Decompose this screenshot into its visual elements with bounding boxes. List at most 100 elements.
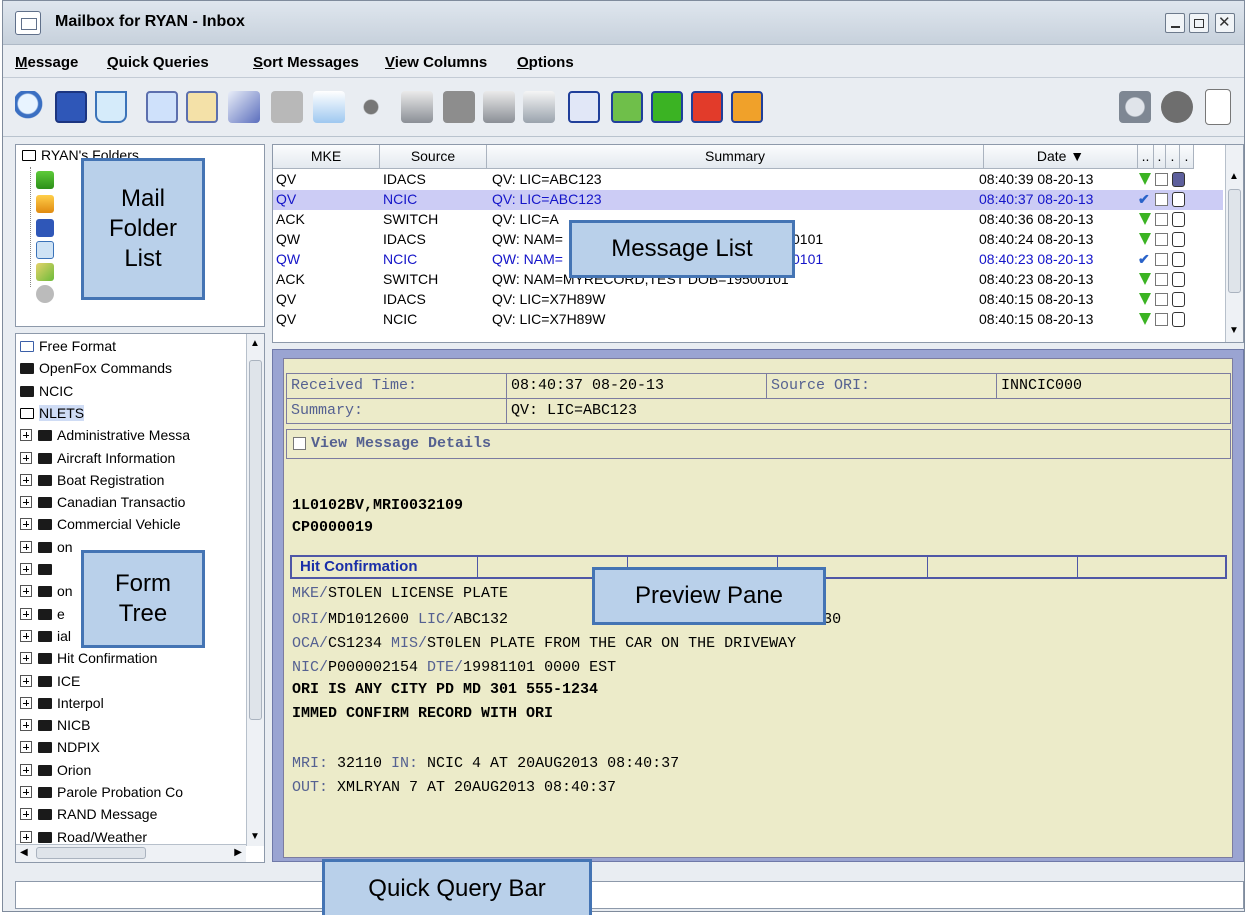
quick-query-input[interactable] xyxy=(15,881,1244,909)
scroll-up-icon[interactable]: ▲ xyxy=(1229,171,1239,182)
menu-message[interactable]: Message xyxy=(15,54,78,71)
scroll-down-icon[interactable]: ▼ xyxy=(1229,325,1239,336)
column-header[interactable]: MKE xyxy=(273,145,380,169)
minimize-button[interactable] xyxy=(1165,13,1185,33)
swap-icon[interactable] xyxy=(731,91,763,123)
tree-item[interactable]: NLETS xyxy=(20,404,85,425)
column-header[interactable]: Date ▼ xyxy=(984,145,1138,169)
row-checkbox[interactable] xyxy=(1155,313,1168,326)
tree-item[interactable]: RAND Message xyxy=(20,806,157,826)
column-header[interactable]: .. xyxy=(1138,145,1154,169)
expand-icon[interactable] xyxy=(20,696,32,709)
tree-item[interactable] xyxy=(20,561,57,581)
tree-item[interactable]: Boat Registration xyxy=(20,472,164,492)
hit-confirmation-label[interactable]: Hit Confirmation xyxy=(300,558,418,575)
message-list-scroll-thumb[interactable] xyxy=(1228,189,1241,293)
expand-icon[interactable] xyxy=(20,808,32,821)
tree-item[interactable]: Aircraft Information xyxy=(20,450,175,470)
mail-box-icon[interactable] xyxy=(568,91,600,123)
tree-item[interactable]: NCIC xyxy=(20,383,73,403)
expand-icon[interactable] xyxy=(20,607,32,620)
add-icon[interactable] xyxy=(651,91,683,123)
forward-icon[interactable] xyxy=(313,91,345,123)
expand-icon[interactable] xyxy=(20,629,32,642)
expand-icon[interactable] xyxy=(20,786,32,798)
form-tree-hscroll-thumb[interactable] xyxy=(36,847,146,859)
draft-pencil-icon[interactable] xyxy=(36,263,54,281)
saved-icon[interactable] xyxy=(36,219,54,237)
scroll-left-icon[interactable]: ◀ xyxy=(20,847,28,858)
expand-icon[interactable] xyxy=(20,473,32,486)
tree-item[interactable]: Administrative Messa xyxy=(20,427,190,447)
tree-item[interactable]: Interpol xyxy=(20,695,104,715)
recycle-bin-icon[interactable] xyxy=(95,91,127,123)
form-tree-vertical-scrollbar[interactable]: ▲ ▼ xyxy=(246,334,264,846)
find-next-icon[interactable] xyxy=(186,91,218,123)
menu-view-columns[interactable]: View Columns xyxy=(385,54,487,71)
expand-icon[interactable] xyxy=(20,763,32,776)
find-icon[interactable] xyxy=(146,91,178,123)
tree-item[interactable]: Free Format xyxy=(20,338,116,358)
tree-item[interactable]: Commercial Vehicle xyxy=(20,516,181,536)
refresh-icon[interactable] xyxy=(611,91,643,123)
glasses-icon[interactable] xyxy=(355,91,387,123)
expand-icon[interactable] xyxy=(20,451,32,464)
form-tree-scroll-thumb[interactable] xyxy=(249,360,262,720)
recycle-icon[interactable] xyxy=(36,241,54,259)
message-row[interactable]: QV IDACS QV: LIC=X7H89W 08:40:15 08-20-13 xyxy=(273,290,1223,310)
scroll-right-icon[interactable]: ▶ xyxy=(234,847,242,858)
menu-sort-messages[interactable]: Sort Messages xyxy=(253,54,359,71)
expand-icon[interactable] xyxy=(20,585,32,598)
tree-item[interactable]: Canadian Transactio xyxy=(20,494,185,514)
scroll-down-icon[interactable]: ▼ xyxy=(250,831,260,842)
expand-icon[interactable] xyxy=(20,429,32,442)
message-row[interactable]: QV IDACS QV: LIC=ABC123 08:40:39 08-20-13 xyxy=(273,170,1223,190)
row-checkbox[interactable] xyxy=(1155,213,1168,226)
compose-icon[interactable] xyxy=(228,91,260,123)
column-header[interactable]: . xyxy=(1180,145,1194,169)
message-list-scrollbar[interactable]: ▲ ▼ xyxy=(1225,145,1243,342)
expand-icon[interactable] xyxy=(20,563,32,575)
trash-icon[interactable] xyxy=(1161,91,1193,123)
tree-item[interactable]: e xyxy=(20,606,65,626)
row-checkbox[interactable] xyxy=(1155,293,1168,306)
tree-item[interactable]: NDPIX xyxy=(20,739,100,759)
tree-item[interactable]: ICE xyxy=(20,673,80,693)
hit-confirmation-button[interactable]: Hit Confirmation xyxy=(292,557,478,577)
form-tree-horizontal-scrollbar[interactable]: ◀ ▶ xyxy=(16,844,246,862)
reply-icon[interactable] xyxy=(271,91,303,123)
glasses-icon[interactable] xyxy=(36,285,54,303)
restore-button[interactable] xyxy=(1189,13,1209,33)
expand-icon[interactable] xyxy=(20,830,32,843)
blank-icon[interactable] xyxy=(1205,89,1231,125)
print-icon[interactable] xyxy=(401,91,433,123)
report-icon[interactable] xyxy=(523,91,555,123)
print-preview-icon[interactable] xyxy=(483,91,515,123)
row-checkbox[interactable] xyxy=(1155,173,1168,186)
help-icon[interactable] xyxy=(1119,91,1151,123)
row-checkbox[interactable] xyxy=(1155,233,1168,246)
outbox-up-icon[interactable] xyxy=(36,195,54,213)
close-button[interactable]: ✕ xyxy=(1215,13,1235,33)
inbox-down-icon[interactable] xyxy=(36,171,54,189)
scroll-up-icon[interactable]: ▲ xyxy=(250,338,260,349)
tree-item[interactable]: on xyxy=(20,539,73,559)
tree-item[interactable]: ial xyxy=(20,628,71,648)
delete-icon[interactable] xyxy=(691,91,723,123)
menu-options[interactable]: Options xyxy=(517,54,574,71)
column-header[interactable]: . xyxy=(1154,145,1166,169)
tree-item[interactable]: Hit Confirmation xyxy=(20,650,157,670)
expand-icon[interactable] xyxy=(20,496,32,509)
tree-item[interactable]: OpenFox Commands xyxy=(20,360,172,380)
column-header[interactable]: . xyxy=(1166,145,1180,169)
expand-icon[interactable] xyxy=(20,652,32,665)
print-all-icon[interactable] xyxy=(443,91,475,123)
tree-item[interactable]: Orion xyxy=(20,762,91,782)
search-icon[interactable] xyxy=(15,91,47,123)
expand-icon[interactable] xyxy=(20,518,32,531)
view-details-checkbox[interactable] xyxy=(293,437,306,450)
row-checkbox[interactable] xyxy=(1155,193,1168,206)
column-header[interactable]: Summary xyxy=(487,145,984,169)
row-checkbox[interactable] xyxy=(1155,273,1168,286)
save-icon[interactable] xyxy=(55,91,87,123)
